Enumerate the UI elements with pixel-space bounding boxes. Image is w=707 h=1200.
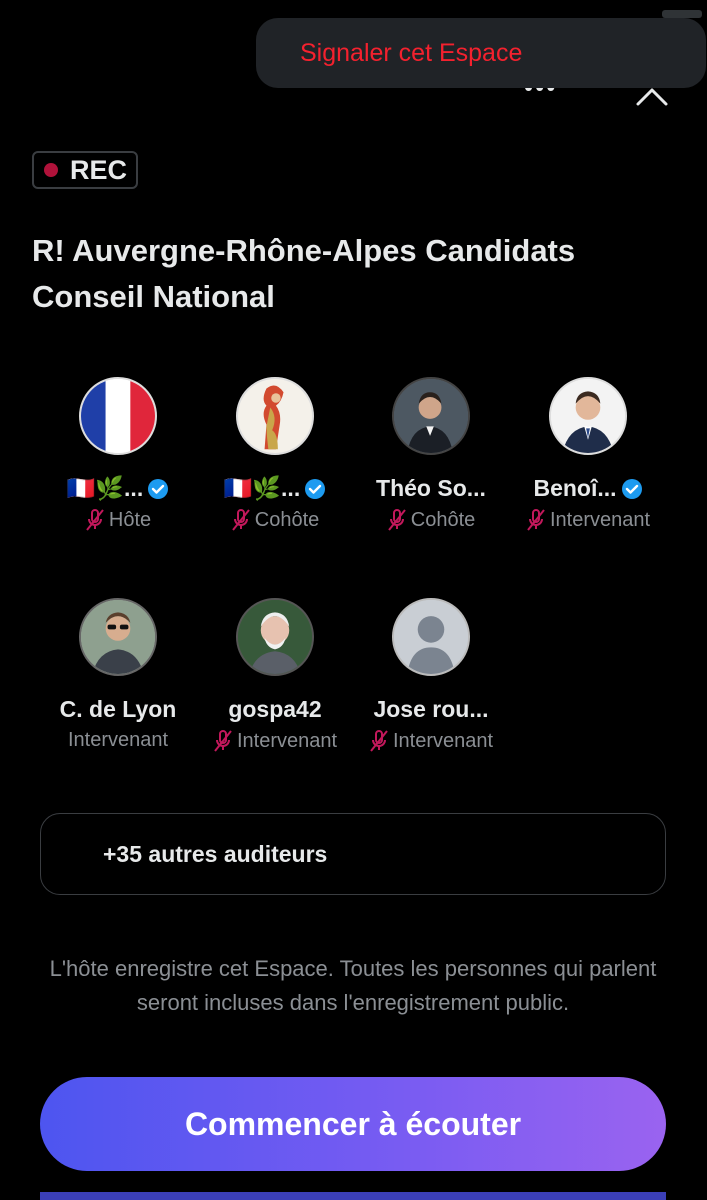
participant[interactable]: Théo So... Cohôte xyxy=(353,377,509,532)
participant-name: 🇫🇷🌿... xyxy=(197,475,353,502)
mic-muted-icon xyxy=(231,509,250,531)
recording-label: REC xyxy=(70,154,128,185)
space-title: R! Auvergne-Rhône-Alpes Candidats Consei… xyxy=(32,233,576,314)
mic-muted-icon xyxy=(370,730,388,752)
recording-dot-icon xyxy=(44,163,58,177)
bottom-edge-element xyxy=(40,1192,666,1200)
participant-role: Intervenant xyxy=(197,729,353,753)
avatar xyxy=(236,598,314,676)
mic-muted-icon xyxy=(387,509,406,531)
participant-name: gospa42 xyxy=(228,696,322,722)
participant-role: Intervenant xyxy=(67,729,169,751)
avatar xyxy=(79,598,157,676)
participant[interactable]: C. de Lyon Intervenant xyxy=(40,598,196,752)
mic-muted-icon xyxy=(527,509,545,531)
avatar xyxy=(392,598,470,676)
participant[interactable]: 🇫🇷🌿... Hôte xyxy=(40,377,196,532)
start-listening-button[interactable]: Commencer à écouter xyxy=(40,1077,666,1171)
participant-name: 🇫🇷🌿... xyxy=(40,475,196,502)
top-edge-element xyxy=(662,10,702,18)
recording-notice: L'hôte enregistre cet Espace. Toutes les… xyxy=(49,956,657,1015)
avatar xyxy=(549,377,627,455)
participant-name: Benoî... xyxy=(510,475,666,502)
verified-badge-icon xyxy=(148,478,169,499)
participant-role: Cohôte xyxy=(197,508,353,532)
participant-role: Intervenant xyxy=(510,508,666,532)
avatar xyxy=(392,377,470,455)
participant-name: Théo So... xyxy=(376,475,486,501)
other-listeners-button[interactable]: +35 autres auditeurs xyxy=(40,813,666,895)
avatar xyxy=(79,377,157,455)
recording-badge: REC xyxy=(32,151,138,189)
participant[interactable]: 🇫🇷🌿... Cohôte xyxy=(197,377,353,532)
participant[interactable]: Jose rou... Intervenant xyxy=(353,598,509,753)
mic-muted-icon xyxy=(86,509,104,531)
participant[interactable]: Benoî... Intervenant xyxy=(510,377,666,532)
verified-badge-icon xyxy=(305,478,326,499)
verified-badge-icon xyxy=(621,478,642,499)
participant-name: Jose rou... xyxy=(373,696,489,722)
avatar xyxy=(236,377,314,455)
report-space-menu-item[interactable]: Signaler cet Espace xyxy=(256,18,706,88)
mic-muted-icon xyxy=(214,730,232,752)
other-listeners-label: +35 autres auditeurs xyxy=(103,840,328,867)
start-listening-label: Commencer à écouter xyxy=(184,1105,522,1142)
participant-role: Intervenant xyxy=(353,729,509,753)
participant-role: Cohôte xyxy=(353,508,509,532)
participant[interactable]: gospa42 Intervenant xyxy=(197,598,353,753)
participant-role: Hôte xyxy=(40,508,196,532)
report-space-label: Signaler cet Espace xyxy=(300,38,523,67)
participant-name: C. de Lyon xyxy=(59,696,177,722)
